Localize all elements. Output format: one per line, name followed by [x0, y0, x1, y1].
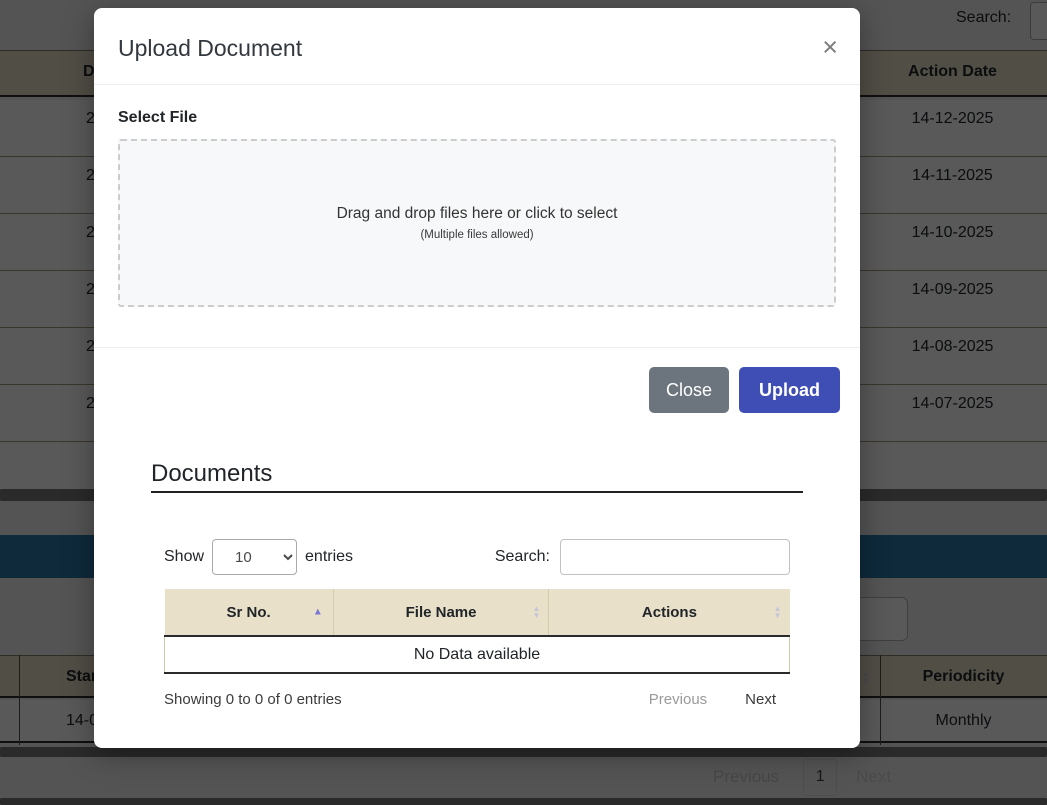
sort-icon: ▲▼ — [774, 605, 782, 619]
dropzone-subtext: (Multiple files allowed) — [420, 229, 533, 241]
documents-table-wrapper: Show 10 entries Search: — [151, 539, 803, 708]
documents-search: Search: — [495, 539, 790, 575]
select-file-label: Select File — [118, 109, 836, 127]
table-info: Showing 0 to 0 of 0 entries — [164, 691, 342, 708]
next-button[interactable]: Next — [745, 691, 776, 708]
column-label: Sr No. — [227, 604, 271, 621]
upload-button[interactable]: Upload — [739, 367, 840, 413]
documents-heading: Documents — [151, 461, 803, 493]
column-label: Actions — [642, 604, 697, 621]
file-dropzone[interactable]: Drag and drop files here or click to sel… — [118, 139, 836, 307]
page-size-select[interactable]: 10 — [212, 539, 297, 575]
documents-search-input[interactable] — [560, 539, 790, 575]
no-data-cell: No Data available — [165, 636, 790, 673]
upload-document-modal: Upload Document × Select File Drag and d… — [94, 8, 860, 748]
documents-pagination: Previous Next — [649, 691, 776, 708]
dropzone-text: Drag and drop files here or click to sel… — [337, 205, 618, 223]
column-header-file-name[interactable]: File Name ▲▼ — [333, 589, 549, 636]
sort-asc-icon: ▲ — [313, 607, 323, 618]
table-controls: Show 10 entries Search: — [164, 539, 790, 575]
close-button[interactable]: Close — [649, 367, 729, 413]
empty-table-row: No Data available — [165, 636, 790, 673]
table-info-row: Showing 0 to 0 of 0 entries Previous Nex… — [164, 691, 790, 708]
documents-table: Sr No. ▲ File Name ▲▼ Actions — [164, 589, 790, 674]
close-icon[interactable]: × — [822, 34, 838, 61]
modal-header: Upload Document × — [94, 8, 860, 85]
page-root: Search: D Action Date 2 14-12-2025 2 14-… — [0, 0, 1047, 805]
modal-title: Upload Document — [118, 35, 302, 61]
column-header-actions[interactable]: Actions ▲▼ — [549, 589, 790, 636]
sort-icon: ▲▼ — [532, 605, 540, 619]
column-label: File Name — [406, 604, 477, 621]
entries-label: entries — [305, 548, 353, 566]
column-header-sr-no[interactable]: Sr No. ▲ — [165, 589, 334, 636]
modal-footer: Close Upload — [94, 347, 860, 431]
previous-button[interactable]: Previous — [649, 691, 707, 708]
show-label: Show — [164, 548, 204, 566]
modal-body: Select File Drag and drop files here or … — [94, 85, 860, 347]
page-length-control: Show 10 entries — [164, 539, 353, 575]
documents-search-label: Search: — [495, 548, 550, 566]
documents-section: Documents Show 10 entries Search: — [151, 461, 803, 708]
